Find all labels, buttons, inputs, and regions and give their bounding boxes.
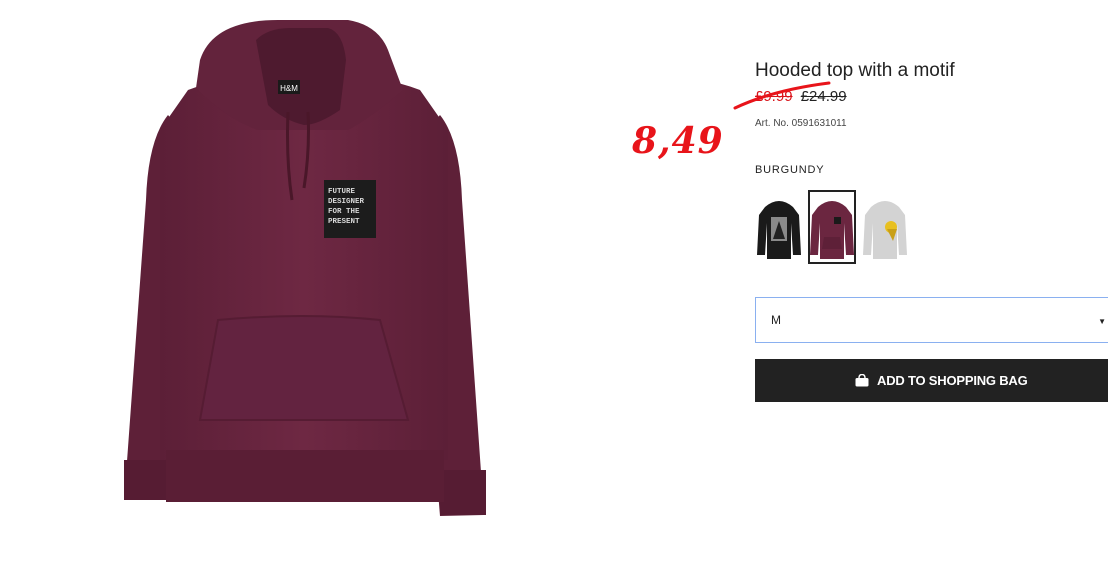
swatch-light-grey[interactable] [861, 190, 909, 264]
size-select[interactable]: M ▼ [755, 297, 1108, 343]
handwritten-strike-mark [733, 81, 831, 110]
patch-line-1: FUTURE [328, 188, 356, 196]
patch-line-4: PRESENT [328, 218, 360, 226]
chevron-down-icon: ▼ [1098, 317, 1106, 326]
swatch-black[interactable] [755, 190, 803, 264]
handwritten-price: 8,49 [632, 120, 724, 162]
hoodie-thumbnail-icon [810, 201, 854, 259]
color-name: BURGUNDY [755, 164, 825, 176]
bag-icon [855, 374, 869, 387]
add-to-bag-button[interactable]: ADD TO SHOPPING BAG [755, 359, 1108, 402]
hoodie-logo: H&M [280, 84, 298, 93]
patch-line-3: FOR THE [328, 208, 360, 216]
hoodie-thumbnail-icon [863, 201, 907, 259]
size-select-value: M [771, 313, 781, 327]
hoodie-thumbnail-icon [757, 201, 801, 259]
article-number: Art. No. 0591631011 [755, 118, 847, 129]
patch-line-2: DESIGNER [328, 198, 365, 206]
color-swatches [755, 190, 909, 264]
swatch-burgundy[interactable] [808, 190, 856, 264]
product-title: Hooded top with a motif [755, 60, 955, 81]
product-image: H&M FUTURE DESIGNER FOR THE PRESENT [118, 20, 490, 520]
add-to-bag-label: ADD TO SHOPPING BAG [877, 373, 1028, 388]
